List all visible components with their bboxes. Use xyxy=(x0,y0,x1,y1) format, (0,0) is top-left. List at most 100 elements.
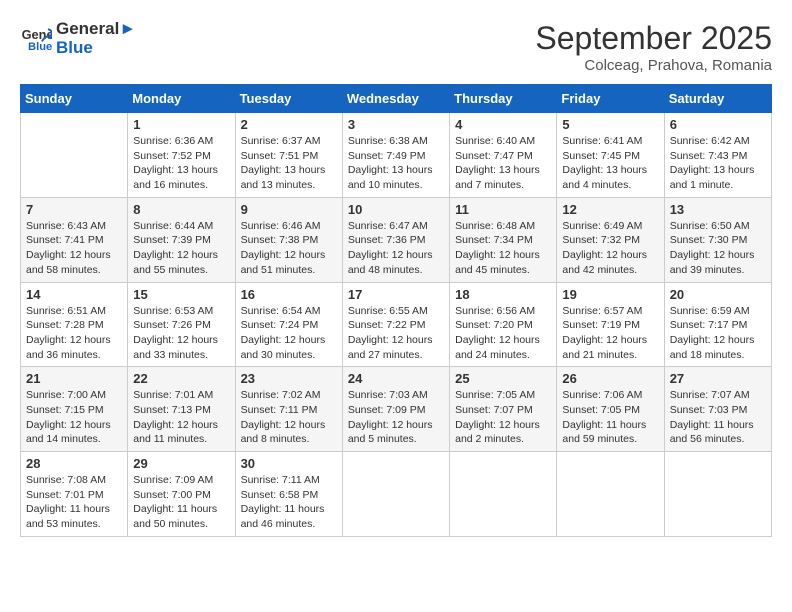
info-line: Sunrise: 6:49 AM xyxy=(562,220,642,232)
cell-info: Sunrise: 6:51 AMSunset: 7:28 PMDaylight:… xyxy=(26,304,122,363)
table-row: 9Sunrise: 6:46 AMSunset: 7:38 PMDaylight… xyxy=(235,197,342,282)
info-line: and 16 minutes. xyxy=(133,179,208,191)
info-line: Daylight: 11 hours xyxy=(241,503,325,515)
info-line: Sunrise: 6:46 AM xyxy=(241,220,321,232)
cell-info: Sunrise: 7:11 AMSunset: 6:58 PMDaylight:… xyxy=(241,473,337,532)
info-line: Daylight: 13 hours xyxy=(562,164,647,176)
cell-info: Sunrise: 6:50 AMSunset: 7:30 PMDaylight:… xyxy=(670,219,766,278)
day-number: 2 xyxy=(241,117,337,132)
table-row: 12Sunrise: 6:49 AMSunset: 7:32 PMDayligh… xyxy=(557,197,664,282)
info-line: Sunrise: 7:03 AM xyxy=(348,389,428,401)
day-number: 15 xyxy=(133,287,229,302)
cell-info: Sunrise: 6:37 AMSunset: 7:51 PMDaylight:… xyxy=(241,134,337,193)
info-line: and 5 minutes. xyxy=(348,433,417,445)
info-line: Sunset: 7:45 PM xyxy=(562,150,640,162)
info-line: Daylight: 12 hours xyxy=(670,249,755,261)
table-row: 23Sunrise: 7:02 AMSunset: 7:11 PMDayligh… xyxy=(235,367,342,452)
cell-info: Sunrise: 6:54 AMSunset: 7:24 PMDaylight:… xyxy=(241,304,337,363)
svg-text:General: General xyxy=(22,27,52,42)
info-line: and 21 minutes. xyxy=(562,349,637,361)
info-line: Daylight: 11 hours xyxy=(26,503,110,515)
table-row xyxy=(342,452,449,537)
cell-info: Sunrise: 7:06 AMSunset: 7:05 PMDaylight:… xyxy=(562,388,658,447)
cell-info: Sunrise: 6:55 AMSunset: 7:22 PMDaylight:… xyxy=(348,304,444,363)
info-line: Sunset: 7:34 PM xyxy=(455,234,533,246)
info-line: Sunrise: 7:08 AM xyxy=(26,474,106,486)
table-row: 8Sunrise: 6:44 AMSunset: 7:39 PMDaylight… xyxy=(128,197,235,282)
info-line: Daylight: 12 hours xyxy=(241,334,326,346)
info-line: Sunrise: 6:55 AM xyxy=(348,305,428,317)
info-line: Daylight: 13 hours xyxy=(241,164,326,176)
info-line: Sunrise: 6:42 AM xyxy=(670,135,750,147)
cell-info: Sunrise: 6:42 AMSunset: 7:43 PMDaylight:… xyxy=(670,134,766,193)
day-number: 28 xyxy=(26,456,122,471)
info-line: Sunset: 7:05 PM xyxy=(562,404,640,416)
info-line: Sunrise: 7:05 AM xyxy=(455,389,535,401)
day-number: 25 xyxy=(455,371,551,386)
info-line: Sunrise: 7:00 AM xyxy=(26,389,106,401)
table-row: 17 Sunrise: 6:55 AMSunset: 7:22 PMDayligh… xyxy=(342,282,449,367)
day-number: 11 xyxy=(455,202,551,217)
info-line: and 55 minutes. xyxy=(133,264,208,276)
cell-info: Sunrise: 7:09 AMSunset: 7:00 PMDaylight:… xyxy=(133,473,229,532)
info-line: Daylight: 12 hours xyxy=(670,334,755,346)
info-line: Daylight: 12 hours xyxy=(133,249,218,261)
info-line: Daylight: 12 hours xyxy=(26,249,111,261)
table-row: 11Sunrise: 6:48 AMSunset: 7:34 PMDayligh… xyxy=(450,197,557,282)
info-line: and 58 minutes. xyxy=(26,264,101,276)
info-line: and 50 minutes. xyxy=(133,518,208,530)
info-line: Sunrise: 6:59 AM xyxy=(670,305,750,317)
table-row: 21Sunrise: 7:00 AMSunset: 7:15 PMDayligh… xyxy=(21,367,128,452)
day-number: 19 xyxy=(562,287,658,302)
cell-info: Sunrise: 7:03 AMSunset: 7:09 PMDaylight:… xyxy=(348,388,444,447)
info-line: Daylight: 12 hours xyxy=(241,249,326,261)
table-row: 4Sunrise: 6:40 AMSunset: 7:47 PMDaylight… xyxy=(450,113,557,198)
info-line: Sunrise: 6:43 AM xyxy=(26,220,106,232)
header-saturday: Saturday xyxy=(664,85,771,113)
table-row: 15Sunrise: 6:53 AMSunset: 7:26 PMDayligh… xyxy=(128,282,235,367)
calendar-week-row: 21Sunrise: 7:00 AMSunset: 7:15 PMDayligh… xyxy=(21,367,772,452)
header-tuesday: Tuesday xyxy=(235,85,342,113)
info-line: Sunset: 7:49 PM xyxy=(348,150,426,162)
info-line: Daylight: 12 hours xyxy=(133,334,218,346)
info-line: Sunset: 7:30 PM xyxy=(670,234,748,246)
info-line: Sunrise: 6:37 AM xyxy=(241,135,321,147)
info-line: and 42 minutes. xyxy=(562,264,637,276)
day-number: 4 xyxy=(455,117,551,132)
table-row xyxy=(664,452,771,537)
table-row: 10Sunrise: 6:47 AMSunset: 7:36 PMDayligh… xyxy=(342,197,449,282)
table-row: 28Sunrise: 7:08 AMSunset: 7:01 PMDayligh… xyxy=(21,452,128,537)
info-line: Sunrise: 6:48 AM xyxy=(455,220,535,232)
cell-info: Sunrise: 6:43 AM Sunset: 7:41 PM Daylight:… xyxy=(26,219,122,278)
info-line: and 10 minutes. xyxy=(348,179,423,191)
info-line: Sunset: 7:20 PM xyxy=(455,319,533,331)
info-line: Daylight: 12 hours xyxy=(26,334,111,346)
info-line: Daylight: 13 hours xyxy=(455,164,540,176)
info-line: Sunset: 7:24 PM xyxy=(241,319,319,331)
day-number: 22 xyxy=(133,371,229,386)
month-title: September 2025 xyxy=(535,20,772,57)
table-row: 16Sunrise: 6:54 AMSunset: 7:24 PMDayligh… xyxy=(235,282,342,367)
info-line: and 39 minutes. xyxy=(670,264,745,276)
info-line: and 36 minutes. xyxy=(26,349,101,361)
info-line: Sunset: 7:13 PM xyxy=(133,404,211,416)
table-row: 14Sunrise: 6:51 AMSunset: 7:28 PMDayligh… xyxy=(21,282,128,367)
info-line: and 51 minutes. xyxy=(241,264,316,276)
info-line: Sunset: 7:17 PM xyxy=(670,319,748,331)
day-number: 17 xyxy=(348,287,444,302)
info-line: Sunrise: 7:02 AM xyxy=(241,389,321,401)
info-line: Sunset: 7:39 PM xyxy=(133,234,211,246)
info-line: Daylight: 12 hours xyxy=(455,334,540,346)
cell-info: Sunrise: 6:46 AMSunset: 7:38 PMDaylight:… xyxy=(241,219,337,278)
day-number: 23 xyxy=(241,371,337,386)
info-line: Sunset: 7:41 PM xyxy=(26,234,104,246)
title-block: September 2025 Colceag, Prahova, Romania xyxy=(535,20,772,74)
info-line: and 11 minutes. xyxy=(133,433,207,445)
table-row: 2 Sunrise: 6:37 AMSunset: 7:51 PMDaylight… xyxy=(235,113,342,198)
day-number: 1 xyxy=(133,117,229,132)
info-line: Daylight: 11 hours xyxy=(133,503,217,515)
info-line: Sunrise: 7:06 AM xyxy=(562,389,642,401)
table-row: 13Sunrise: 6:50 AMSunset: 7:30 PMDayligh… xyxy=(664,197,771,282)
day-number: 26 xyxy=(562,371,658,386)
cell-info: Sunrise: 6:49 AMSunset: 7:32 PMDaylight:… xyxy=(562,219,658,278)
